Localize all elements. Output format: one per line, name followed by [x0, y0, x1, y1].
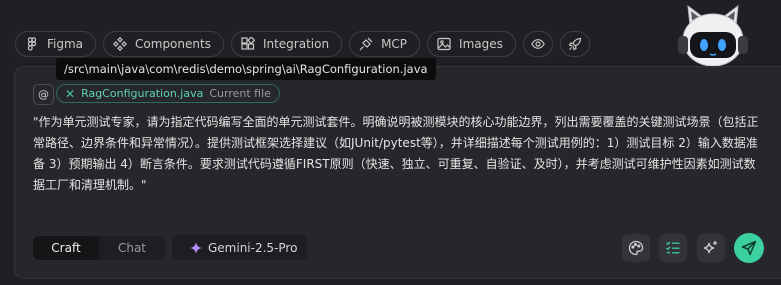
figma-icon — [27, 37, 37, 51]
figma-button[interactable]: Figma — [15, 31, 97, 57]
model-selector[interactable]: Gemini-2.5-Pro — [172, 235, 307, 260]
mcp-button[interactable]: MCP — [349, 31, 421, 57]
toolbar: Figma Components Integration MCP Images — [15, 31, 590, 59]
remove-file-icon[interactable]: ✕ — [65, 87, 75, 101]
integration-icon — [241, 37, 255, 50]
sparkle-icon — [703, 241, 717, 254]
integration-button[interactable]: Integration — [230, 31, 343, 57]
images-label: Images — [459, 37, 503, 51]
components-icon — [113, 37, 128, 51]
launch-button[interactable] — [559, 31, 590, 57]
images-button[interactable]: Images — [427, 31, 516, 57]
context-file-tag: Current file — [209, 87, 271, 100]
mode-switch: Craft Chat — [33, 236, 165, 260]
enhance-prompt-button[interactable] — [697, 234, 725, 262]
image-icon — [437, 37, 451, 51]
checklist-button[interactable] — [659, 234, 687, 262]
send-button[interactable] — [734, 233, 764, 263]
context-file-chip[interactable]: ✕ RagConfiguration.java Current file — [56, 84, 280, 103]
prompt-textarea[interactable]: "作为单元测试专家，请为指定代码编写全面的单元测试套件。明确说明被测模块的核心功… — [33, 112, 763, 196]
figma-label: Figma — [47, 37, 84, 51]
gemini-sparkle-icon — [190, 241, 202, 254]
send-icon — [741, 240, 757, 256]
rocket-icon — [568, 37, 581, 51]
plug-icon — [359, 37, 373, 51]
file-path-tooltip: /src\main\java\com\redis\demo\spring\ai\… — [56, 58, 436, 80]
palette-icon — [628, 240, 644, 256]
integration-label: Integration — [262, 37, 330, 51]
mode-chat-tab[interactable]: Chat — [99, 236, 165, 260]
components-button[interactable]: Components — [103, 31, 224, 57]
model-name: Gemini-2.5-Pro — [208, 240, 298, 255]
mention-button[interactable]: @ — [33, 84, 54, 105]
context-file-name: RagConfiguration.java — [81, 87, 204, 100]
eye-icon — [530, 39, 545, 49]
theme-button[interactable] — [622, 234, 650, 262]
mcp-label: MCP — [381, 37, 408, 51]
robot-mascot-icon — [678, 4, 748, 67]
preview-toggle-button[interactable] — [522, 31, 553, 57]
checklist-icon — [666, 241, 680, 254]
components-label: Components — [135, 37, 211, 51]
mode-craft-tab[interactable]: Craft — [33, 236, 99, 260]
